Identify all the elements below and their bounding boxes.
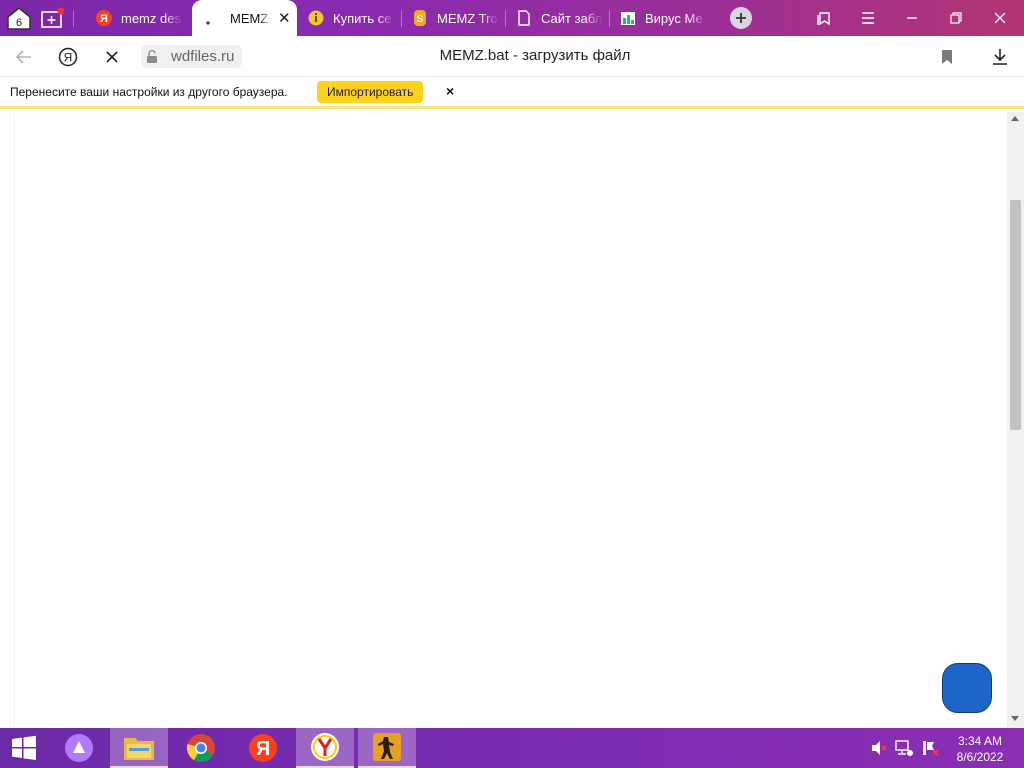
back-button[interactable] [11, 44, 37, 70]
tab-label: memz des [121, 10, 181, 26]
close-icon [994, 12, 1006, 24]
orange-s-icon: S [412, 10, 428, 26]
document-icon [516, 10, 532, 26]
yandex-icon: Я [249, 734, 277, 762]
yandex-browser-button[interactable] [296, 728, 354, 768]
file-explorer-button[interactable] [110, 728, 168, 768]
tab-close-icon[interactable]: ✕ [278, 9, 291, 27]
bookmark-icon [942, 50, 952, 64]
close-icon [106, 51, 118, 63]
home-icon: 6 [7, 7, 31, 30]
clock-date: 8/6/2022 [956, 750, 1004, 764]
taskbar-clock[interactable]: 3:34 AM 8/6/2022 [948, 733, 1012, 765]
restore-button[interactable] [936, 0, 976, 36]
back-arrow-icon [15, 50, 31, 64]
svg-text:6: 6 [16, 17, 22, 29]
tab-memz-trojan[interactable]: S MEMZ Tro [412, 0, 504, 36]
plus-icon [736, 13, 746, 23]
tab-label: MEMZ Tro [437, 10, 498, 26]
page-content [0, 112, 1007, 728]
stop-loading-button[interactable] [99, 44, 125, 70]
alice-icon [65, 734, 93, 762]
svg-text:Я: Я [256, 738, 270, 760]
address-bar: Я wdfiles.ru MEMZ.bat - загрузить файл [0, 36, 1024, 77]
volume-muted-icon[interactable] [870, 739, 888, 757]
yandex-logo-icon: Я [58, 47, 78, 67]
windows-logo-icon [12, 735, 36, 760]
collections-button[interactable] [804, 0, 844, 36]
system-tray [870, 728, 940, 768]
yandex-home-button[interactable]: Я [55, 44, 81, 70]
network-icon[interactable] [894, 739, 914, 757]
unlocked-padlock-icon [147, 49, 157, 63]
alice-assistant-button[interactable] [50, 728, 108, 768]
tab-site-blocked[interactable]: Сайт забл [516, 0, 608, 36]
menu-button[interactable] [848, 0, 888, 36]
home-tabs-button[interactable]: 6 [6, 5, 32, 31]
action-center-icon[interactable] [920, 739, 940, 757]
content-divider [14, 112, 15, 728]
svg-text:Я: Я [64, 51, 73, 65]
clock-time: 3:34 AM [957, 734, 1003, 748]
downloads-button[interactable] [987, 44, 1013, 70]
restore-icon [950, 12, 962, 24]
tab-buy-certificate[interactable]: Купить се [308, 0, 400, 36]
bookmark-button[interactable] [934, 44, 960, 70]
tab-memz-bat[interactable]: MEMZ. ✕ [192, 0, 297, 36]
collections-icon [817, 12, 830, 26]
yandex-icon: Я [96, 10, 112, 26]
tab-label: Сайт забл [541, 10, 603, 26]
scroll-down-icon[interactable] [1011, 716, 1019, 721]
tab-label: Вирус Ме [645, 10, 703, 26]
scroll-up-icon[interactable] [1011, 116, 1019, 121]
scroll-thumb[interactable] [1010, 200, 1021, 430]
tab-label: Купить се [333, 10, 392, 26]
import-button[interactable]: Импортировать [317, 81, 424, 103]
start-button[interactable] [0, 728, 48, 768]
counter-strike-button[interactable] [358, 728, 416, 768]
tab-strip: 6 Я memz des MEMZ. ✕ Купить се S MEMZ Tr… [0, 0, 1024, 36]
tab-label: MEMZ. [230, 10, 272, 26]
hamburger-icon [862, 12, 874, 24]
new-window-icon [41, 7, 65, 28]
counter-strike-icon [373, 733, 401, 761]
import-settings-banner: Перенесите ваши настройки из другого бра… [0, 77, 1024, 109]
url-domain[interactable]: wdfiles.ru [163, 45, 243, 68]
tab-memz-desktop[interactable]: Я memz des [96, 0, 188, 36]
banner-close-button[interactable]: × [446, 83, 454, 99]
chrome-button[interactable] [172, 728, 230, 768]
page-title[interactable]: MEMZ.bat - загрузить файл [380, 47, 690, 64]
tab-virus-memz[interactable]: Вирус Ме [620, 0, 712, 36]
svg-text:Я: Я [100, 13, 108, 25]
yandex-app-button[interactable]: Я [234, 728, 292, 768]
chat-widget-button[interactable] [942, 663, 992, 713]
banner-message: Перенесите ваши настройки из другого бра… [10, 85, 288, 99]
info-coin-icon [308, 10, 324, 26]
new-tab-button[interactable] [730, 7, 752, 29]
chrome-icon [186, 734, 215, 762]
site-info-button[interactable] [141, 45, 163, 68]
tab-groups-button[interactable] [40, 5, 66, 31]
folder-icon [124, 738, 154, 760]
close-window-button[interactable] [980, 0, 1020, 36]
green-chart-icon [620, 10, 636, 26]
download-icon [993, 49, 1007, 65]
minimize-button[interactable] [892, 0, 932, 36]
minimize-icon [907, 17, 917, 19]
yandex-browser-icon [311, 733, 339, 761]
loading-icon [205, 10, 221, 26]
windows-taskbar: Я 3:34 AM 8/6/2022 [0, 728, 1024, 768]
svg-text:S: S [417, 14, 424, 25]
vertical-scrollbar[interactable] [1007, 112, 1024, 728]
